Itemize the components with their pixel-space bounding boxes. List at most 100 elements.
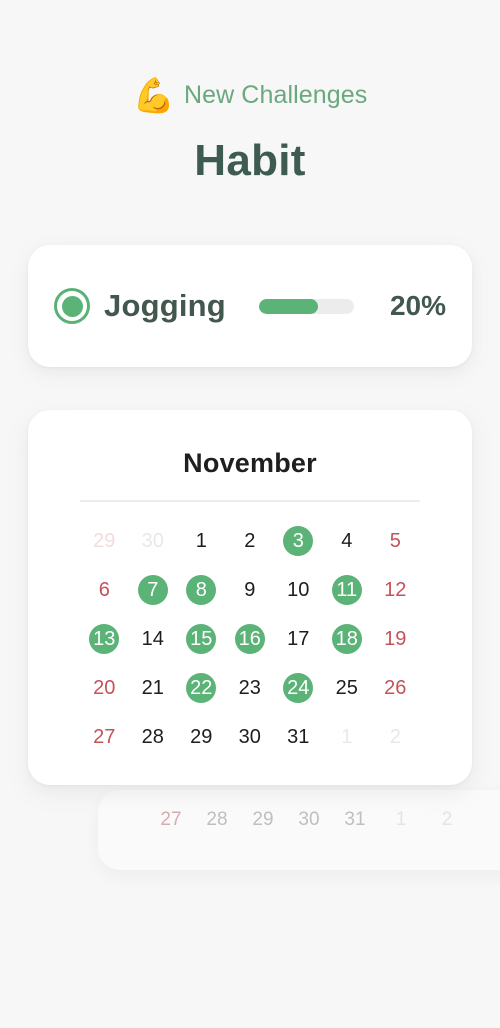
radio-checked-icon[interactable] [54,288,90,324]
calendar-day-number: 9 [244,578,256,601]
calendar-day-number: 23 [238,676,261,699]
calendar-day[interactable]: 14 [129,614,178,663]
calendar-day[interactable]: 12 [371,565,420,614]
calendar-day[interactable]: 28 [129,712,178,761]
calendar-day[interactable]: 29 [80,516,129,565]
habit-tracker-screen: 💪 New Challenges Habit Jogging 20% 27 28 2… [0,0,500,1028]
calendar-day-completed[interactable]: 15 [177,614,226,663]
calendar-day-completed[interactable]: 24 [274,663,323,712]
calendar-day-completed[interactable]: 13 [80,614,129,663]
calendar-day-number: 24 [287,676,310,699]
background-calendar-day: 29 [252,809,274,830]
habit-progress-fill [259,298,318,314]
calendar-day-number: 8 [195,578,207,601]
calendar-day[interactable]: 2 [226,516,275,565]
habit-name: Jogging [104,288,226,323]
new-challenges-label: New Challenges [183,80,368,109]
page-header: 💪 New Challenges Habit [0,0,500,186]
calendar-day[interactable]: 27 [80,712,129,761]
calendar-day[interactable]: 2 [371,712,420,761]
calendar-day[interactable]: 31 [274,712,323,761]
calendar-day-number: 2 [389,725,401,748]
background-calendar-row: 27 28 29 30 31 1 2 [98,809,470,831]
calendar-month-label: November [183,448,317,478]
calendar-day-number: 5 [389,529,401,552]
calendar-divider [80,500,420,502]
calendar-day[interactable]: 10 [274,565,323,614]
calendar-day[interactable]: 6 [80,565,129,614]
calendar-day-number: 11 [336,578,358,601]
calendar-day[interactable]: 21 [129,663,178,712]
calendar-day-number: 18 [335,627,358,650]
habit-progress-group: 20% [259,290,446,322]
calendar-day-completed[interactable]: 18 [323,614,372,663]
calendar-day[interactable]: 23 [226,663,275,712]
habit-identity: Jogging [54,288,226,324]
radio-inner-dot [61,295,83,317]
background-calendar-day: 1 [395,809,407,830]
calendar-day[interactable]: 5 [371,516,420,565]
calendar-day-completed[interactable]: 3 [274,516,323,565]
background-calendar-day: 31 [344,809,366,830]
calendar-day[interactable]: 9 [226,565,275,614]
calendar-day-completed[interactable]: 22 [177,663,226,712]
calendar-week-row: 20 21 22 23 24 25 26 [80,663,420,712]
calendar-day-number: 31 [287,725,310,748]
calendar-grid: 29 30 1 2 3 4 5 6 7 8 9 10 11 12 13 14 15 16 17 18 19 20 21 22 2… [80,516,420,761]
calendar-day-number: 3 [292,529,304,552]
calendar-day[interactable]: 30 [226,712,275,761]
calendar-day-number: 28 [141,725,164,748]
calendar-day[interactable]: 1 [323,712,372,761]
calendar-day-number: 14 [141,627,164,650]
calendar-week-row: 13 14 15 16 17 18 19 [80,614,420,663]
calendar-week-row: 6 7 8 9 10 11 12 [80,565,420,614]
calendar-day[interactable]: 17 [274,614,323,663]
calendar-day-number: 16 [238,627,261,650]
habit-card-jogging[interactable]: Jogging 20% [28,245,472,367]
flexed-biceps-icon: 💪 [132,77,175,115]
calendar-day-number: 7 [147,578,159,601]
new-challenges-banner: 💪 New Challenges [0,77,500,115]
calendar-day-number: 6 [98,578,110,601]
calendar-day-number: 13 [93,627,116,650]
calendar-card: November 29 30 1 2 3 4 5 6 7 8 9 10 11 12 13 14 15 16 17 18… [28,410,472,785]
calendar-day[interactable]: 25 [323,663,372,712]
background-calendar-day: 28 [206,809,228,830]
calendar-day[interactable]: 29 [177,712,226,761]
calendar-day-number: 19 [384,627,407,650]
calendar-day-completed[interactable]: 11 [323,565,372,614]
calendar-day-number: 1 [341,725,353,748]
calendar-day-number: 20 [93,676,116,699]
calendar-day-number: 2 [244,529,256,552]
calendar-week-row: 27 28 29 30 31 1 2 [80,712,420,761]
calendar-day-completed[interactable]: 7 [129,565,178,614]
calendar-day-number: 17 [287,627,310,650]
calendar-day[interactable]: 19 [371,614,420,663]
calendar-day-number: 27 [93,725,116,748]
calendar-day-number: 30 [238,725,261,748]
page-title: Habit [194,136,306,185]
calendar-day-number: 30 [141,529,164,552]
calendar-day-number: 26 [384,676,407,699]
calendar-day-number: 29 [93,529,116,552]
background-calendar-day: 27 [160,809,182,830]
calendar-day-number: 1 [195,529,207,552]
calendar-day-number: 29 [190,725,213,748]
calendar-day-number: 15 [190,627,213,650]
background-calendar-day: 30 [298,809,320,830]
habit-progress-bar[interactable] [259,298,354,314]
calendar-day[interactable]: 20 [80,663,129,712]
calendar-day-number: 25 [335,676,358,699]
habit-percent-label: 20% [389,290,446,321]
background-calendar-card: 27 28 29 30 31 1 2 [98,790,500,870]
calendar-day[interactable]: 30 [129,516,178,565]
background-calendar-day: 2 [441,809,453,830]
calendar-day-completed[interactable]: 16 [226,614,275,663]
calendar-day-completed[interactable]: 8 [177,565,226,614]
calendar-day-number: 4 [341,529,353,552]
calendar-day[interactable]: 4 [323,516,372,565]
calendar-day[interactable]: 1 [177,516,226,565]
calendar-day-number: 22 [190,676,213,699]
calendar-day[interactable]: 26 [371,663,420,712]
calendar-week-row: 29 30 1 2 3 4 5 [80,516,420,565]
